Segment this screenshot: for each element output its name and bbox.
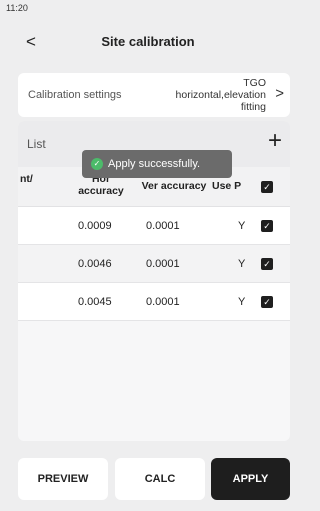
row-checkbox[interactable]: ✓ <box>261 220 273 232</box>
add-point-button[interactable]: + <box>268 129 282 153</box>
column-use: Use P <box>212 180 242 192</box>
check-icon: ✓ <box>263 182 271 192</box>
status-bar: 11:20 <box>0 0 296 18</box>
check-circle-icon: ✓ <box>91 158 103 170</box>
list-title: List <box>27 137 46 151</box>
preview-button[interactable]: PREVIEW <box>18 458 108 500</box>
ver-accuracy-cell: 0.0001 <box>146 296 180 308</box>
column-ver-accuracy: Ver accuracy <box>141 180 207 192</box>
check-icon: ✓ <box>263 259 271 269</box>
use-cell: Y <box>238 296 246 308</box>
ver-accuracy-cell: 0.0001 <box>146 258 180 270</box>
plus-icon: + <box>267 127 282 154</box>
status-time: 11:20 <box>6 3 28 13</box>
chevron-right-icon: > <box>275 85 284 102</box>
table-row[interactable]: 0.0045 0.0001 Y ✓ <box>18 283 290 321</box>
table-row[interactable]: 0.0046 0.0001 Y ✓ <box>18 245 290 283</box>
calc-button[interactable]: CALC <box>115 458 205 500</box>
ver-accuracy-cell: 0.0001 <box>146 220 180 232</box>
use-cell: Y <box>238 220 246 232</box>
calibration-settings-value: TGO horizontal,elevation fitting <box>175 77 266 113</box>
column-point: nt/ <box>20 173 33 185</box>
check-icon: ✓ <box>263 297 271 307</box>
calibration-settings-label: Calibration settings <box>28 89 122 101</box>
row-checkbox[interactable]: ✓ <box>261 258 273 270</box>
header: < Site calibration <box>0 28 296 58</box>
apply-button[interactable]: APPLY <box>211 458 290 500</box>
hor-accuracy-cell: 0.0045 <box>78 296 112 308</box>
hor-accuracy-cell: 0.0046 <box>78 258 112 270</box>
table-row[interactable]: 0.0009 0.0001 Y ✓ <box>18 207 290 245</box>
calibration-settings-row[interactable]: Calibration settings TGO horizontal,elev… <box>18 73 290 117</box>
success-toast: ✓ Apply successfully. <box>82 150 232 178</box>
use-cell: Y <box>238 258 246 270</box>
hor-accuracy-cell: 0.0009 <box>78 220 112 232</box>
row-checkbox[interactable]: ✓ <box>261 296 273 308</box>
check-icon: ✓ <box>263 221 271 231</box>
select-all-checkbox[interactable]: ✓ <box>261 181 273 193</box>
page-title: Site calibration <box>101 34 195 49</box>
toast-message: Apply successfully. <box>108 158 201 170</box>
